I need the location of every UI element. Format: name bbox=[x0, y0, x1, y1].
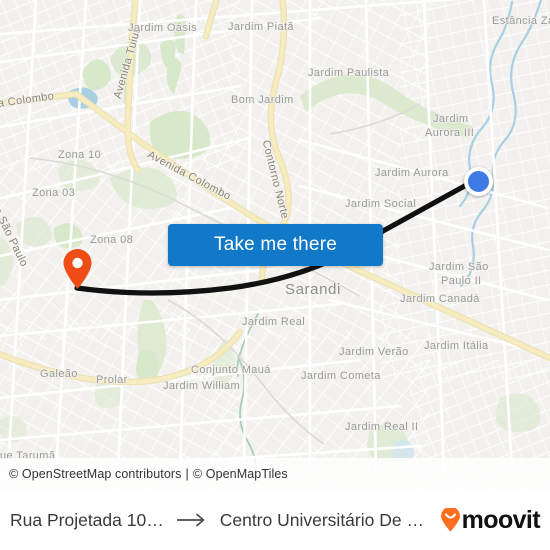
origin-marker-pin[interactable] bbox=[62, 248, 93, 290]
attribution-separator: | bbox=[185, 467, 189, 481]
take-me-there-button[interactable]: Take me there bbox=[168, 224, 383, 266]
trip-endpoints: Rua Projetada 10… Centro Universitário D… bbox=[10, 510, 432, 531]
destination-marker-dot[interactable] bbox=[464, 167, 493, 196]
arrow-right-icon bbox=[176, 513, 207, 527]
attribution-osm[interactable]: © OpenStreetMap contributors bbox=[9, 467, 182, 481]
moovit-pin-icon bbox=[440, 508, 461, 532]
moovit-logo[interactable]: moovit bbox=[440, 505, 541, 535]
moovit-trip-screenshot: a Colombo Avenida Tuiuti Avenida Colombo… bbox=[0, 0, 550, 550]
trip-origin-label: Rua Projetada 10… bbox=[10, 509, 164, 530]
attribution-openmaptiles[interactable]: © OpenMapTiles bbox=[193, 467, 288, 481]
moovit-wordmark: moovit bbox=[461, 505, 541, 534]
trip-footer-bar: Rua Projetada 10… Centro Universitário D… bbox=[0, 490, 550, 550]
map-attribution-bar: © OpenStreetMap contributors | © OpenMap… bbox=[0, 458, 550, 490]
map-canvas[interactable]: a Colombo Avenida Tuiuti Avenida Colombo… bbox=[0, 0, 550, 490]
trip-destination-label: Centro Universitário De Marin… bbox=[219, 509, 432, 530]
